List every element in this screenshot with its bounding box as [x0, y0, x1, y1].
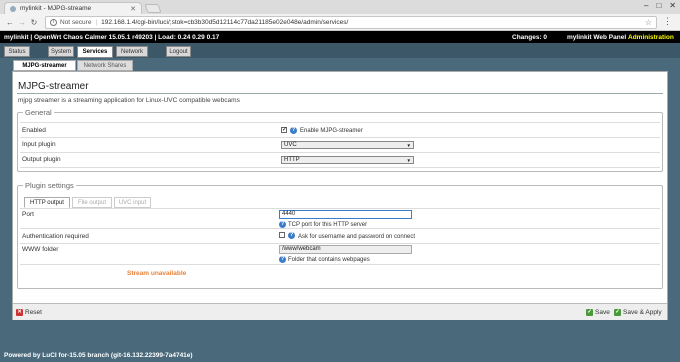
auth-hint: Ask for username and password on connect: [298, 234, 416, 240]
menu-system[interactable]: System: [48, 46, 74, 57]
url-text: 192.168.1.4/cgi-bin/luci/;stok=cb3b30d5d…: [101, 19, 349, 26]
forward-icon[interactable]: →: [16, 18, 28, 27]
reset-button[interactable]: ✕ Reset: [16, 308, 42, 317]
menu-services[interactable]: Services: [77, 46, 113, 58]
enabled-label: Enabled: [22, 127, 46, 134]
content-panel: MJPG-streamer mjpg streamer is a streami…: [12, 71, 668, 320]
close-window-icon[interactable]: ✕: [669, 1, 676, 10]
dropdown-caret-icon: ▼: [406, 143, 411, 148]
minimize-icon[interactable]: –: [644, 1, 648, 10]
browser-menu-icon[interactable]: ⋮: [663, 17, 672, 26]
auth-checkbox[interactable]: [279, 232, 285, 238]
output-plugin-row: Output plugin HTTP ▼: [20, 153, 660, 168]
browser-tab[interactable]: mylinkit - MJPG-streame ✕: [4, 2, 142, 14]
tab-http-output[interactable]: HTTP output: [24, 197, 70, 208]
new-tab-button[interactable]: [144, 4, 162, 13]
back-icon[interactable]: ←: [4, 18, 16, 27]
browser-tab-title: mylinkit - MJPG-streame: [20, 5, 92, 12]
save-label: Save: [595, 309, 610, 316]
url-separator: |: [95, 19, 98, 26]
port-label: Port: [22, 211, 34, 218]
input-plugin-select[interactable]: UVC ▼: [281, 141, 414, 149]
output-plugin-value: HTTP: [284, 157, 300, 163]
www-folder-input[interactable]: /www/webcam: [279, 245, 412, 254]
port-row: Port 4440 ? TCP port for this HTTP serve…: [20, 208, 660, 229]
save-apply-icon: ✓: [614, 309, 621, 316]
tab-file-output[interactable]: File output: [72, 197, 112, 208]
favicon-icon: [10, 5, 16, 12]
tab-network-shares[interactable]: Network Shares: [77, 60, 133, 71]
port-input[interactable]: 4440: [279, 210, 412, 219]
stream-status: Stream unavailable: [127, 270, 187, 277]
browser-tab-strip: mylinkit - MJPG-streame ✕ – □ ✕: [0, 0, 680, 14]
www-folder-row: WWW folder /www/webcam ? Folder that con…: [20, 244, 660, 265]
page-description: mjpg streamer is a streaming application…: [18, 97, 240, 104]
enabled-hint: Enable MJPG-streamer: [300, 128, 363, 134]
luci-header: mylinkit | OpenWrt Chaos Calmer 15.05.1 …: [0, 31, 680, 43]
title-divider: [17, 93, 663, 94]
enabled-row: Enabled ✓ ? Enable MJPG-streamer: [20, 122, 660, 138]
www-folder-hint: Folder that contains webpages: [288, 257, 370, 263]
reset-label: Reset: [25, 309, 42, 316]
help-icon: ?: [279, 256, 286, 263]
window-controls: – □ ✕: [644, 1, 676, 10]
button-bar: ✕ Reset ✓ Save ✓ Save & Apply: [13, 303, 667, 320]
help-icon: ?: [290, 127, 297, 134]
changes-link[interactable]: Changes: 0: [512, 34, 547, 41]
help-icon: ?: [279, 221, 286, 228]
plugin-settings-section: Plugin settings HTTP output File output …: [17, 181, 663, 289]
dropdown-caret-icon: ▼: [406, 158, 411, 163]
footer: Powered by LuCI for-15.05 branch (git-16…: [4, 352, 193, 359]
input-plugin-value: UVC: [284, 142, 297, 148]
tab-mjpg-streamer[interactable]: MJPG-streamer: [13, 60, 76, 71]
general-section: General Enabled ✓ ? Enable MJPG-streamer…: [17, 108, 663, 172]
port-hint: TCP port for this HTTP server: [288, 222, 368, 228]
page-title: MJPG-streamer: [18, 81, 89, 92]
input-plugin-label: Input plugin: [22, 141, 56, 148]
system-info: mylinkit | OpenWrt Chaos Calmer 15.05.1 …: [4, 33, 220, 41]
www-folder-label: WWW folder: [22, 246, 59, 253]
tab-uvc-input[interactable]: UVC input: [114, 197, 151, 208]
save-apply-label: Save & Apply: [623, 309, 662, 316]
auth-label: Authentication required: [22, 233, 89, 240]
security-label: Not secure: [60, 19, 92, 26]
plugin-settings-legend: Plugin settings: [23, 181, 76, 190]
menu-status[interactable]: Status: [4, 46, 30, 57]
close-tab-icon[interactable]: ✕: [130, 5, 136, 13]
maximize-icon[interactable]: □: [656, 1, 661, 10]
main-menu: Status System Services Network Logout: [0, 43, 680, 58]
input-plugin-row: Input plugin UVC ▼: [20, 138, 660, 153]
save-apply-button[interactable]: ✓ Save & Apply: [614, 308, 662, 317]
web-panel-link[interactable]: mylinkit Web Panel: [567, 34, 626, 41]
bookmark-star-icon[interactable]: ☆: [645, 18, 652, 27]
save-button[interactable]: ✓ Save: [586, 308, 610, 317]
menu-logout[interactable]: Logout: [166, 46, 191, 57]
reset-icon: ✕: [16, 309, 23, 316]
url-input[interactable]: i Not secure | 192.168.1.4/cgi-bin/luci/…: [45, 16, 657, 29]
help-icon: ?: [288, 232, 295, 239]
enabled-checkbox[interactable]: ✓: [281, 127, 287, 133]
auth-row: Authentication required ? Ask for userna…: [20, 229, 660, 244]
output-plugin-select[interactable]: HTTP ▼: [281, 156, 414, 164]
general-legend: General: [23, 108, 54, 117]
info-icon[interactable]: i: [50, 19, 57, 26]
menu-network[interactable]: Network: [116, 46, 148, 57]
reload-icon[interactable]: ↻: [28, 18, 40, 27]
save-icon: ✓: [586, 309, 593, 316]
address-bar: ← → ↻ i Not secure | 192.168.1.4/cgi-bin…: [0, 14, 680, 31]
administration-link[interactable]: Administration: [628, 34, 674, 41]
output-plugin-label: Output plugin: [22, 156, 61, 163]
